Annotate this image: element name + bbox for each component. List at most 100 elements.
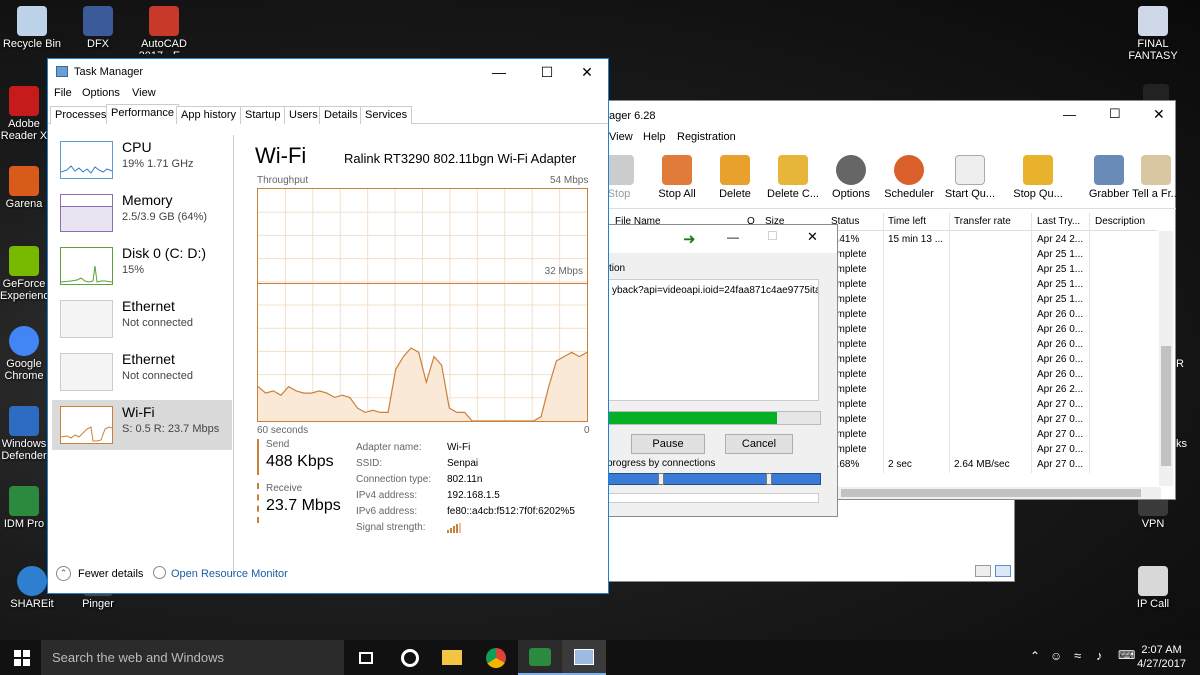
input-method-icon[interactable]: ⌨ [1118, 648, 1135, 662]
chevron-up-icon[interactable]: ⌃ [56, 566, 71, 581]
idm-menu-help[interactable]: Help [643, 131, 666, 143]
tab-performance[interactable]: Performance [106, 104, 179, 124]
tm-footer: ⌃ Fewer details Open Resource Monitor [48, 559, 608, 593]
wifi-tray-icon[interactable]: ≈ [1074, 648, 1081, 663]
idm-vertical-scrollbar[interactable] [1159, 231, 1173, 486]
sidebar-item-memory[interactable]: Memory 2.5/3.9 GB (64%) [52, 188, 232, 238]
dialog-url-box: yback?api=videoapi.ioid=24faa871c4ae9775… [605, 279, 819, 401]
tm-menu-view[interactable]: View [132, 87, 156, 99]
dialog-tab[interactable]: tion [609, 263, 625, 274]
recycle-bin-icon [17, 6, 47, 36]
tool-delete-completed[interactable]: Delete C... [763, 151, 823, 200]
sidebar-item-wifi[interactable]: Wi-Fi S: 0.5 R: 23.7 Mbps [52, 400, 232, 450]
task-manager-icon [574, 648, 594, 665]
tab-details[interactable]: Details [319, 106, 363, 124]
tab-services[interactable]: Services [360, 106, 413, 124]
tm-menubar: File Options View [48, 85, 608, 103]
desktop-icon-idm[interactable]: IDM Pro [0, 486, 48, 532]
groove-music-icon [401, 648, 419, 667]
maximize-icon[interactable]: ☐ [1109, 106, 1121, 122]
desktop-icon-defender[interactable]: Windows Defender [0, 406, 48, 464]
tab-processes[interactable]: Processes [50, 106, 112, 124]
desktop-icon-recycle-bin[interactable]: Recycle Bin [0, 6, 64, 50]
desktop-icon-geforce[interactable]: GeForce Experience [0, 246, 48, 304]
dialog-scroll-strip[interactable] [605, 493, 819, 503]
desktop-icon-adobe-reader[interactable]: Adobe Reader X [0, 86, 48, 142]
desktop-icon-chrome[interactable]: Google Chrome [0, 326, 48, 384]
open-resource-monitor-link[interactable]: Open Resource Monitor [171, 568, 288, 580]
desktop-icon-autocad[interactable]: AutoCAD 2017 - E... [132, 6, 196, 54]
stop-all-icon [662, 155, 692, 185]
close-icon[interactable]: ✕ [1153, 106, 1165, 123]
show-hidden-icons-icon[interactable]: ⌃ [1030, 649, 1040, 663]
taskbar-app-groove[interactable] [388, 640, 432, 675]
tab-startup[interactable]: Startup [240, 106, 286, 124]
dialog-url: yback?api=videoapi.ioid=24faa871c4ae9775… [612, 285, 819, 296]
chrome-icon [9, 326, 39, 356]
taskbar-search-box[interactable]: Search the web and Windows [41, 640, 344, 675]
desktop-icon-garena[interactable]: Garena [0, 166, 48, 210]
tool-scheduler[interactable]: Scheduler [879, 151, 939, 200]
view-detail-icon[interactable] [995, 565, 1011, 577]
tab-app-history[interactable]: App history [176, 106, 242, 124]
tm-menu-options[interactable]: Options [82, 87, 120, 99]
ethernet-1-thumb-graph [60, 300, 113, 338]
col-last-try[interactable]: Last Try... [1037, 216, 1080, 227]
taskbar-app-chrome[interactable] [474, 640, 518, 675]
task-manager-icon [56, 66, 68, 77]
task-view-button[interactable] [344, 640, 388, 675]
sidebar-item-cpu[interactable]: CPU 19% 1.71 GHz [52, 135, 232, 185]
cell-last: Apr 26 0... [1037, 354, 1084, 365]
taskbar-app-explorer[interactable] [430, 640, 474, 675]
scheduler-icon [894, 155, 924, 185]
tool-delete[interactable]: Delete [705, 151, 765, 200]
sidebar-item-ethernet-1[interactable]: Ethernet Not connected [52, 294, 232, 344]
autocad-icon [149, 6, 179, 36]
tm-minimize-icon[interactable]: — [476, 59, 522, 85]
sidebar-ethernet-2-name: Ethernet [122, 351, 175, 367]
tm-close-icon[interactable]: ✕ [564, 59, 610, 85]
taskbar-clock[interactable]: 2:07 AM 4/27/2017 [1137, 643, 1186, 671]
desktop-icon-final-fantasy[interactable]: FINAL FANTASY XIII [1120, 6, 1186, 62]
tm-sidebar: CPU 19% 1.71 GHz Memory 2.5/3.9 GB (64%)… [52, 135, 232, 565]
taskbar: Search the web and Windows ⌃ ☺ ≈ ♪ ⌨ 2:0… [0, 640, 1200, 675]
cancel-button[interactable]: Cancel [725, 434, 793, 454]
receive-label: Receive [266, 483, 303, 494]
tool-stop-queue[interactable]: Stop Qu... [1007, 151, 1069, 200]
minimize-icon[interactable]: — [1063, 107, 1076, 122]
view-list-icon[interactable] [975, 565, 991, 577]
cell-last: Apr 27 0... [1037, 414, 1084, 425]
cpu-thumb-graph [60, 141, 113, 179]
pause-button[interactable]: Pause [631, 434, 705, 454]
dialog-close-icon[interactable]: ✕ [807, 229, 818, 245]
idm-menu-view[interactable]: View [609, 131, 633, 143]
dialog-minimize-icon[interactable]: — [727, 230, 739, 244]
sidebar-memory-name: Memory [122, 192, 173, 208]
people-icon[interactable]: ☺ [1050, 649, 1062, 663]
file-explorer-icon [442, 650, 462, 665]
sidebar-item-disk[interactable]: Disk 0 (C: D:) 15% [52, 241, 232, 291]
tool-grabber[interactable]: Grabber [1079, 151, 1139, 200]
tm-menu-file[interactable]: File [54, 87, 72, 99]
col-description[interactable]: Description [1095, 216, 1145, 227]
dialog-maximize-icon[interactable]: ☐ [767, 229, 778, 243]
detail-value: Senpai [447, 458, 479, 469]
disk-thumb-graph [60, 247, 113, 285]
col-transfer-rate[interactable]: Transfer rate [954, 216, 1011, 227]
volume-icon[interactable]: ♪ [1096, 648, 1103, 663]
idm-horizontal-scrollbar[interactable] [831, 487, 1161, 499]
start-button[interactable] [0, 640, 44, 675]
tab-users[interactable]: Users [284, 106, 323, 124]
fewer-details-link[interactable]: Fewer details [78, 568, 143, 580]
taskbar-app-idm[interactable] [518, 640, 562, 675]
desktop-icon-ip-call[interactable]: IP Call [1120, 566, 1186, 612]
tool-options[interactable]: Options [821, 151, 881, 200]
taskbar-app-task-manager[interactable] [562, 640, 606, 675]
sidebar-item-ethernet-2[interactable]: Ethernet Not connected [52, 347, 232, 397]
tool-start-queue[interactable]: Start Qu... [939, 151, 1001, 200]
col-time-left[interactable]: Time left [888, 216, 926, 227]
idm-menu-registration[interactable]: Registration [677, 131, 736, 143]
tool-tell-friend[interactable]: Tell a Fr... [1131, 151, 1181, 200]
tool-stop-all[interactable]: Stop All [647, 151, 707, 200]
desktop-icon-dfx[interactable]: DFX [66, 6, 130, 50]
